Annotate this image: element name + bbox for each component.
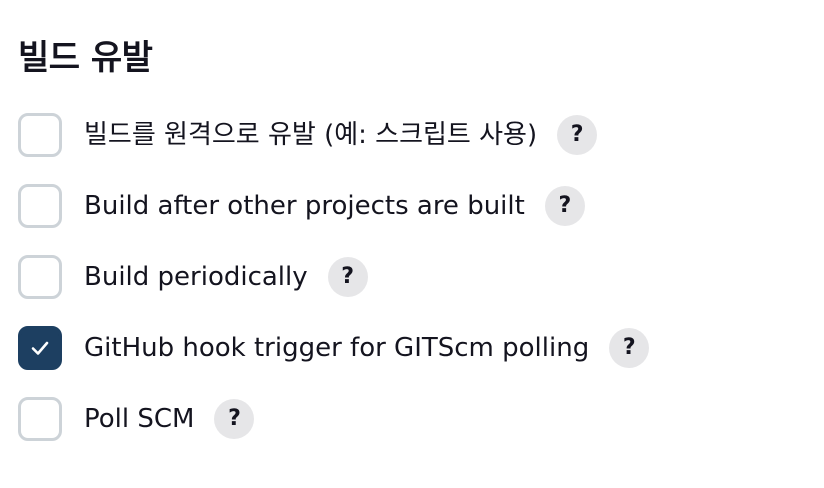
checkbox[interactable] <box>18 112 62 157</box>
option-label: GitHub hook trigger for GITScm polling <box>84 332 590 363</box>
checkbox[interactable] <box>18 254 62 299</box>
build-trigger-options: 빌드를 원격으로 유발 (예: 스크립트 사용) ? Build after o… <box>18 99 650 454</box>
help-button[interactable]: ? <box>609 327 650 368</box>
option-poll-scm[interactable]: Poll SCM ? <box>18 383 649 454</box>
section-title: 빌드 유발 <box>18 38 153 79</box>
checkbox[interactable] <box>18 183 62 228</box>
option-label: 빌드를 원격으로 유발 (예: 스크립트 사용) <box>84 119 538 150</box>
checkbox[interactable] <box>18 325 62 370</box>
option-label: Build after other projects are built <box>84 190 525 221</box>
option-build-periodically[interactable]: Build periodically ? <box>18 241 649 312</box>
help-button[interactable]: ? <box>544 185 585 226</box>
checkmark-icon <box>31 341 49 355</box>
option-github-hook-trigger[interactable]: GitHub hook trigger for GITScm polling ? <box>18 312 650 383</box>
option-trigger-remotely[interactable]: 빌드를 원격으로 유발 (예: 스크립트 사용) ? <box>18 99 649 170</box>
help-button[interactable]: ? <box>557 114 598 155</box>
help-button[interactable]: ? <box>327 256 368 297</box>
option-label: Poll SCM <box>84 403 195 434</box>
help-button[interactable]: ? <box>214 398 255 439</box>
option-build-after-other-projects[interactable]: Build after other projects are built ? <box>18 170 649 241</box>
checkbox[interactable] <box>18 396 62 441</box>
option-label: Build periodically <box>84 261 308 292</box>
